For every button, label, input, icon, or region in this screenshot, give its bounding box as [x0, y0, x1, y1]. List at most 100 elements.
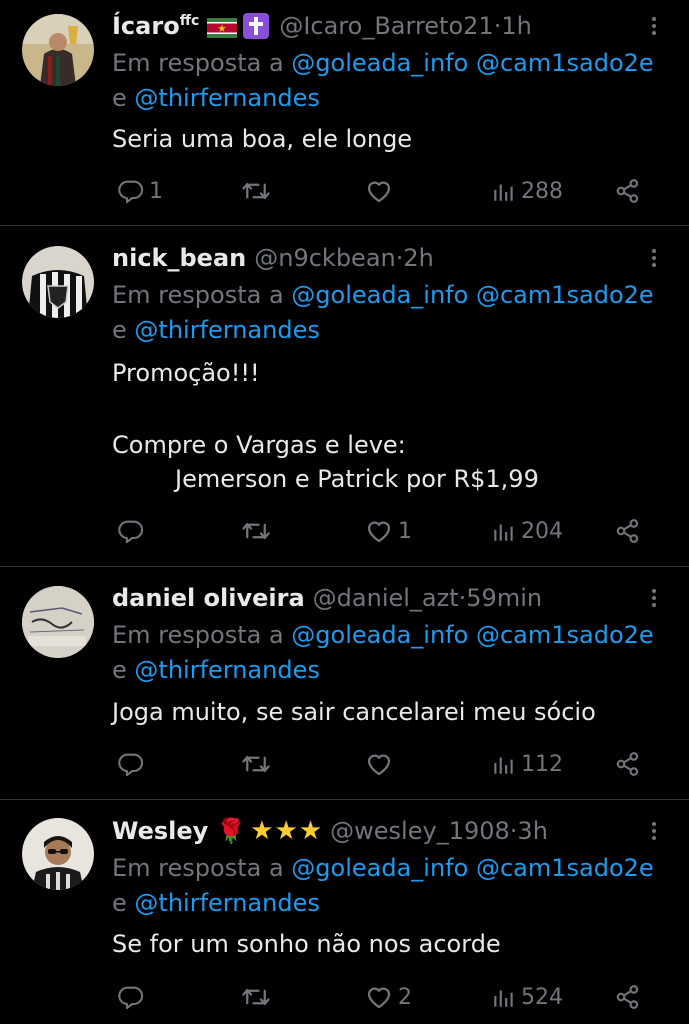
display-name[interactable]: daniel oliveira — [112, 584, 305, 612]
views-button[interactable]: 524 — [491, 981, 563, 1013]
reply-button[interactable] — [117, 748, 149, 780]
retweet-icon — [241, 176, 271, 206]
reply-context: Em resposta a @goleada_info @cam1sado2e e… — [112, 49, 654, 112]
retweet-icon — [241, 749, 271, 779]
action-bar: 1 288 — [0, 175, 689, 207]
views-button[interactable]: 204 — [491, 515, 563, 547]
divider — [0, 225, 689, 226]
mention-link[interactable]: @thirfernandes — [134, 889, 319, 917]
share-button[interactable] — [614, 748, 642, 780]
views-icon — [491, 518, 517, 544]
star-icon: ★ — [250, 816, 274, 846]
mention-link[interactable]: @cam1sado2e — [476, 621, 654, 649]
display-name[interactable]: Ícaroffc — [112, 12, 199, 40]
mention-link[interactable]: @cam1sado2e — [476, 854, 654, 882]
separator: · — [509, 817, 518, 845]
more-icon[interactable] — [644, 819, 664, 847]
display-name[interactable]: nick_bean — [112, 244, 246, 272]
mention-link[interactable]: @cam1sado2e — [476, 49, 654, 77]
retweet-button[interactable] — [241, 515, 275, 547]
more-icon[interactable] — [644, 246, 664, 274]
tweet-text-line: Promoção!!! — [112, 359, 260, 387]
timestamp[interactable]: 1h — [501, 12, 531, 40]
action-bar: 112 — [0, 748, 689, 780]
retweet-button[interactable] — [241, 748, 275, 780]
views-button[interactable]: 112 — [491, 748, 563, 780]
mention-link[interactable]: @goleada_info — [291, 49, 468, 77]
retweet-button[interactable] — [241, 981, 275, 1013]
timestamp[interactable]: 59min — [466, 584, 542, 612]
separator: · — [493, 12, 502, 40]
mention-link[interactable]: @thirfernandes — [134, 656, 319, 684]
separator: · — [458, 584, 467, 612]
tweet-text-line: Compre o Vargas e leve: — [112, 431, 406, 459]
tweet-header: daniel oliveira @daniel_azt · 59min — [112, 582, 542, 614]
timestamp[interactable]: 2h — [403, 244, 433, 272]
more-icon[interactable] — [644, 14, 664, 42]
tweet-header: nick_bean @n9ckbean · 2h — [112, 242, 434, 274]
share-icon — [614, 177, 642, 205]
avatar[interactable] — [22, 14, 94, 86]
suriname-flag-icon — [207, 16, 238, 38]
rose-icon: 🌹 — [216, 817, 247, 845]
tweet-text: Joga muito, se sair cancelarei meu sócio — [112, 698, 596, 726]
share-icon — [614, 517, 642, 545]
user-handle[interactable]: @Icaro_Barreto21 — [279, 12, 493, 40]
reply-button[interactable] — [117, 515, 149, 547]
views-icon — [491, 984, 517, 1010]
share-button[interactable] — [614, 175, 642, 207]
like-icon — [364, 749, 394, 779]
like-button[interactable] — [364, 748, 398, 780]
latin-cross-icon — [243, 13, 270, 39]
like-button[interactable]: 2 — [364, 981, 412, 1013]
user-handle[interactable]: @wesley_1908 — [330, 817, 510, 845]
tweet-header: Wesley 🌹 ★ ★ ★ @wesley_1908 · 3h — [112, 815, 548, 847]
retweet-icon — [241, 516, 271, 546]
timestamp[interactable]: 3h — [517, 817, 547, 845]
mention-link[interactable]: @goleada_info — [291, 281, 468, 309]
share-icon — [614, 750, 642, 778]
reply-button[interactable] — [117, 981, 149, 1013]
mention-link[interactable]: @cam1sado2e — [476, 281, 654, 309]
avatar[interactable] — [22, 818, 94, 890]
like-icon — [364, 176, 394, 206]
like-button[interactable] — [364, 175, 398, 207]
reply-context: Em resposta a @goleada_info @cam1sado2e e… — [112, 854, 654, 917]
avatar[interactable] — [22, 246, 94, 318]
share-button[interactable] — [614, 515, 642, 547]
reply-icon — [117, 177, 145, 205]
reply-icon — [117, 517, 145, 545]
share-button[interactable] — [614, 981, 642, 1013]
mention-link[interactable]: @goleada_info — [291, 621, 468, 649]
reply-icon — [117, 983, 145, 1011]
mention-link[interactable]: @thirfernandes — [134, 316, 319, 344]
reply-button[interactable]: 1 — [117, 175, 163, 207]
separator: · — [395, 244, 404, 272]
divider — [0, 566, 689, 567]
reply-context: Em resposta a @goleada_info @cam1sado2e e… — [112, 621, 654, 684]
views-icon — [491, 178, 517, 204]
views-button[interactable]: 288 — [491, 175, 563, 207]
like-icon — [364, 516, 394, 546]
user-handle[interactable]: @daniel_azt — [313, 584, 459, 612]
tweet-header: Ícaroffc @Icaro_Barreto21 · 1h — [112, 10, 532, 42]
display-name[interactable]: Wesley — [112, 817, 208, 845]
like-button[interactable]: 1 — [364, 515, 412, 547]
like-icon — [364, 982, 394, 1012]
share-icon — [614, 983, 642, 1011]
more-icon[interactable] — [644, 586, 664, 614]
avatar[interactable] — [22, 586, 94, 658]
user-handle[interactable]: @n9ckbean — [254, 244, 396, 272]
action-bar: 1 204 — [0, 515, 689, 547]
mention-link[interactable]: @goleada_info — [291, 854, 468, 882]
action-bar: 2 524 — [0, 981, 689, 1013]
tweet-text: Se for um sonho não nos acorde — [112, 930, 501, 958]
star-icon: ★ — [274, 816, 298, 846]
mention-link[interactable]: @thirfernandes — [134, 84, 319, 112]
tweet-text-line: Jemerson e Patrick por R$1,99 — [175, 465, 539, 493]
retweet-button[interactable] — [241, 175, 275, 207]
star-icon: ★ — [298, 816, 323, 846]
reply-context: Em resposta a @goleada_info @cam1sado2e e… — [112, 281, 654, 344]
tweet-text: Seria uma boa, ele longe — [112, 125, 413, 153]
divider — [0, 799, 689, 800]
